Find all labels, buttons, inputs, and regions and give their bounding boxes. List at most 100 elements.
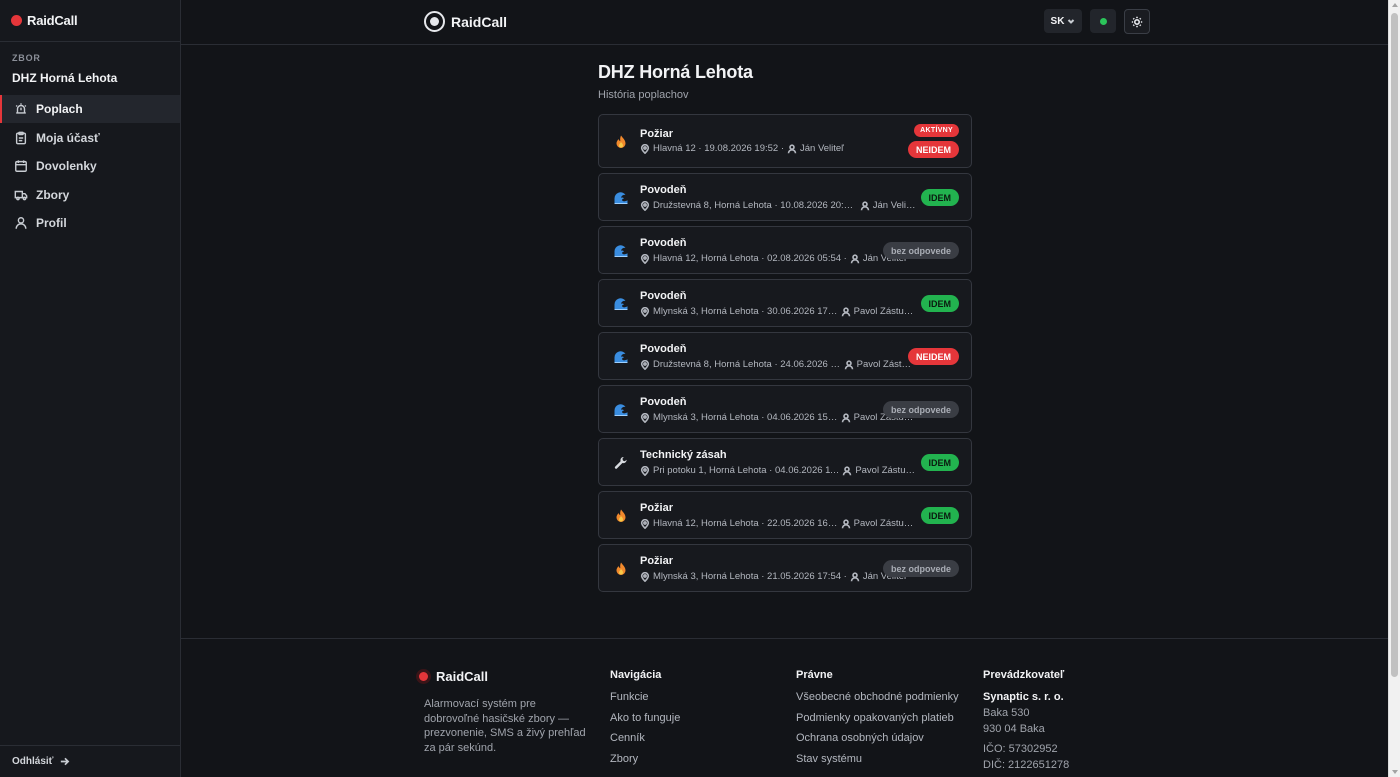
alarm-card[interactable]: Požiar Hlavná 12 · 19.08.2026 19:52 · Ján … xyxy=(598,114,972,168)
sidebar-item-profil[interactable]: Profil xyxy=(0,209,180,237)
response-status-badge[interactable]: IDEM xyxy=(920,189,959,206)
footer-legal-heading: Právne xyxy=(796,669,833,681)
alarm-location-time: Mlynská 3, Horná Lehota · 21.05.2026 17:… xyxy=(653,571,847,582)
alarm-meta: Mlynská 3, Horná Lehota · 21.05.2026 17:… xyxy=(640,571,916,582)
alarm-title: Požiar xyxy=(640,128,674,140)
language-select[interactable]: SK xyxy=(1044,9,1082,33)
alarm-title: Povodeň xyxy=(640,343,687,355)
fire-icon xyxy=(613,508,629,524)
person-icon xyxy=(844,359,853,369)
alarm-card[interactable]: Povodeň Hlavná 12, Horná Lehota · 02.08.2… xyxy=(598,226,972,274)
footer-brand: RaidCall Alarmovací systém pre dobrovoľn… xyxy=(419,669,589,755)
alarm-location-time: Mlynská 3, Horná Lehota · 30.06.2026 17:… xyxy=(653,306,838,317)
footer-description: Alarmovací systém pre dobrovoľné hasičsk… xyxy=(424,698,586,754)
sidebar-item-dovolenky[interactable]: Dovolenky xyxy=(0,152,180,180)
footer-link-cennik[interactable]: Cenník xyxy=(610,732,680,753)
alarm-meta: Hlavná 12, Horná Lehota · 02.08.2026 05:… xyxy=(640,253,916,264)
logo-dot-icon xyxy=(11,15,22,26)
location-pin-icon xyxy=(640,571,650,582)
footer-link-ako-to-funguje[interactable]: Ako to funguje xyxy=(610,712,680,733)
alarm-title: Požiar xyxy=(640,555,674,567)
theme-toggle-button[interactable] xyxy=(1124,9,1150,34)
location-pin-icon xyxy=(640,465,650,476)
chevron-down-icon xyxy=(1068,19,1075,24)
page-title: DHZ Horná Lehota xyxy=(598,62,753,82)
response-status-badge[interactable]: IDEM xyxy=(920,507,959,524)
person-icon xyxy=(841,518,850,528)
scrollbar-thumb[interactable] xyxy=(1391,13,1398,677)
footer-logo[interactable]: RaidCall xyxy=(419,669,589,684)
response-status-badge[interactable]: NEIDEM xyxy=(907,348,959,365)
footer-link-stav-systemu[interactable]: Stav systému xyxy=(796,753,959,774)
footer-link-vop[interactable]: Všeobecné obchodné podmienky xyxy=(796,691,959,712)
footer-link-ochrana-udajov[interactable]: Ochrana osobných údajov xyxy=(796,732,959,753)
wave-icon xyxy=(613,349,629,365)
alarm-location-time: Hlavná 12 · 19.08.2026 19:52 · xyxy=(653,143,784,154)
sidebar-item-label: Zbory xyxy=(36,187,70,202)
arrow-right-icon xyxy=(61,757,70,766)
alarm-meta: Pri potoku 1, Horná Lehota · 04.06.2026 … xyxy=(640,465,916,476)
person-icon xyxy=(841,306,850,316)
alarm-card[interactable]: Požiar Hlavná 12, Horná Lehota · 22.05.20… xyxy=(598,491,972,539)
footer: RaidCall Alarmovací systém pre dobrovoľn… xyxy=(181,638,1388,777)
alarm-card[interactable]: Povodeň Družstevná 8, Horná Lehota · 10.0… xyxy=(598,173,972,221)
alarm-title: Technický zásah xyxy=(640,449,727,461)
alarm-card[interactable]: Technický zásah Pri potoku 1, Horná Lehot… xyxy=(598,438,972,486)
response-status-badge[interactable]: IDEM xyxy=(920,454,959,471)
alarm-card[interactable]: Požiar Mlynská 3, Horná Lehota · 21.05.20… xyxy=(598,544,972,592)
location-pin-icon xyxy=(640,306,650,317)
connection-status[interactable] xyxy=(1090,9,1116,33)
person-icon xyxy=(841,412,850,422)
response-status-badge[interactable]: IDEM xyxy=(920,295,959,312)
sidebar-item-zbory[interactable]: Zbory xyxy=(0,181,180,209)
user-icon xyxy=(15,217,27,229)
person-icon xyxy=(850,253,860,263)
logout-button[interactable]: Odhlásiť xyxy=(0,745,180,777)
operator-address-line1: Baka 530 xyxy=(983,707,1030,719)
alarm-location-time: Hlavná 12, Horná Lehota · 02.08.2026 05:… xyxy=(653,253,847,264)
sidebar-item-poplach[interactable]: Poplach xyxy=(0,95,180,123)
main-content: DHZ Horná Lehota História poplachov Poži… xyxy=(598,62,972,592)
sidebar-item-moja-ucast[interactable]: Moja účasť xyxy=(0,124,180,152)
topbar-logo[interactable]: RaidCall xyxy=(424,11,507,32)
footer-link-funkcie[interactable]: Funkcie xyxy=(610,691,680,712)
operator-company: Synaptic s. r. o. xyxy=(983,691,1064,703)
location-pin-icon xyxy=(640,518,650,529)
scroll-up-icon[interactable] xyxy=(1392,3,1398,7)
alarm-person: Pavol Zástupca xyxy=(853,306,916,317)
alarm-title: Požiar xyxy=(640,502,674,514)
sidebar-item-label: Poplach xyxy=(36,102,83,116)
operator-dic: DIČ: 2122651278 xyxy=(983,759,1070,771)
logo-ring-icon xyxy=(424,11,445,32)
scroll-down-icon[interactable] xyxy=(1392,770,1398,774)
alarm-location-time: Družstevná 8, Horná Lehota · 24.06.2026 … xyxy=(653,359,841,370)
person-icon xyxy=(850,571,860,581)
footer-operator-heading: Prevádzkovateľ xyxy=(983,669,1065,681)
sidebar-logo[interactable]: RaidCall xyxy=(0,0,180,42)
response-status-badge[interactable]: NEIDEM xyxy=(907,141,959,158)
sidebar-item-label: Moja účasť xyxy=(36,130,100,145)
sidebar: RaidCall ZBOR DHZ Horná Lehota Poplach M… xyxy=(0,0,181,777)
footer-link-opakovane-platby[interactable]: Podmienky opakovaných platieb xyxy=(796,712,959,733)
page-scrollbar[interactable] xyxy=(1388,0,1400,777)
alarm-meta: Mlynská 3, Horná Lehota · 04.06.2026 15:… xyxy=(640,412,916,423)
calendar-icon xyxy=(15,160,27,172)
response-status-badge[interactable]: bez odpovede xyxy=(882,560,959,577)
alarm-meta: Hlavná 12 · 19.08.2026 19:52 · Ján Velite… xyxy=(640,143,916,154)
alarm-meta: Družstevná 8, Horná Lehota · 10.08.2026 … xyxy=(640,200,916,211)
fire-icon xyxy=(613,134,629,150)
alarm-card[interactable]: Povodeň Mlynská 3, Horná Lehota · 30.06.2… xyxy=(598,279,972,327)
response-status-badge[interactable]: bez odpovede xyxy=(882,401,959,418)
fire-icon xyxy=(613,561,629,577)
person-icon xyxy=(860,200,870,210)
footer-link-zbory[interactable]: Zbory xyxy=(610,753,680,774)
response-status-badge[interactable]: bez odpovede xyxy=(882,242,959,259)
alarm-card[interactable]: Povodeň Mlynská 3, Horná Lehota · 04.06.2… xyxy=(598,385,972,433)
wave-icon xyxy=(613,190,629,206)
alarm-card[interactable]: Povodeň Družstevná 8, Horná Lehota · 24.0… xyxy=(598,332,972,380)
location-pin-icon xyxy=(640,200,650,211)
truck-icon xyxy=(14,190,28,200)
status-dot-icon xyxy=(1099,17,1107,25)
wave-icon xyxy=(613,296,629,312)
siren-icon xyxy=(15,103,27,114)
